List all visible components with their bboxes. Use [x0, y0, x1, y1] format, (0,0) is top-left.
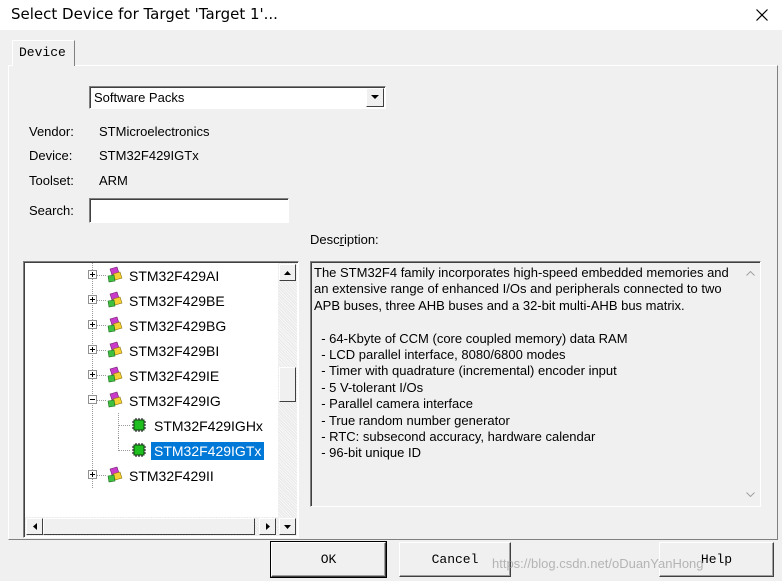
tree-item-stm32f429ai[interactable]: STM32F429AI — [25, 263, 278, 288]
device-family-icon — [107, 266, 123, 283]
tree-item-label: STM32F429BG — [129, 318, 227, 334]
description-text: The STM32F4 family incorporates high-spe… — [314, 265, 729, 461]
tree-connector-branch — [97, 300, 106, 301]
tree-vertical-scrollbar[interactable] — [278, 263, 297, 517]
vendor-value: STMicroelectronics — [99, 124, 210, 139]
tab-device-label: Device — [19, 45, 66, 60]
tree-item-stm32f429ie[interactable]: STM32F429IE — [25, 363, 278, 388]
chevron-down-icon — [371, 95, 379, 99]
arrow-right-icon — [265, 523, 270, 530]
description-label-suffix: iption: — [343, 232, 379, 247]
cancel-button[interactable]: Cancel — [399, 542, 511, 577]
tree-connector-branch — [97, 350, 106, 351]
tree-item-stm32f429bi[interactable]: STM32F429BI — [25, 338, 278, 363]
description-box: The STM32F4 family incorporates high-spe… — [310, 261, 761, 507]
window-title: Select Device for Target 'Target 1'... — [11, 5, 278, 23]
tree-horizontal-scrollbar[interactable] — [25, 517, 278, 536]
chip-icon — [132, 443, 146, 457]
device-family-icon — [107, 466, 123, 483]
dropdown-button[interactable] — [366, 88, 384, 107]
tree-connector-branch — [97, 275, 106, 276]
expand-icon[interactable] — [88, 345, 97, 354]
scroll-up-icon[interactable] — [745, 268, 755, 278]
toolset-label: Toolset: — [29, 173, 74, 188]
scroll-up-button[interactable] — [279, 264, 296, 281]
device-family-icon — [107, 341, 123, 358]
scrollbar-corner — [278, 517, 297, 536]
scroll-down-button[interactable] — [279, 518, 296, 535]
tree-item-label: STM32F429IGTx — [149, 441, 266, 461]
scroll-right-button[interactable] — [259, 518, 276, 535]
arrow-down-icon — [284, 524, 291, 529]
arrow-up-icon — [284, 270, 291, 275]
tree-item-label: STM32F429IGHx — [154, 418, 263, 434]
vertical-scroll-thumb[interactable] — [279, 367, 296, 402]
tree-item-stm32f429ighx[interactable]: STM32F429IGHx — [25, 413, 278, 438]
device-family-icon — [107, 316, 123, 333]
device-list-source-dropdown[interactable]: Software Packs — [89, 86, 386, 109]
device-family-icon — [107, 291, 123, 308]
toolset-value: ARM — [99, 173, 128, 188]
tree-connector-branch — [97, 475, 106, 476]
horizontal-scroll-thumb[interactable] — [43, 518, 255, 535]
device-tree-rows: STM32F429AI STM32F429BE STM32F429BG STM32F4… — [25, 263, 278, 517]
tree-connector-branch — [97, 400, 106, 401]
device-label: Device: — [29, 148, 73, 163]
collapse-icon[interactable] — [88, 395, 97, 404]
dialog-body: Device Software Packs Vendor: STMicroele… — [0, 30, 782, 581]
expand-icon[interactable] — [88, 295, 97, 304]
scroll-down-icon[interactable] — [745, 489, 755, 499]
tree-connector-branch — [97, 325, 106, 326]
tree-item-stm32f429ii[interactable]: STM32F429II — [25, 463, 278, 488]
search-input[interactable] — [89, 198, 289, 223]
close-button[interactable] — [742, 0, 782, 30]
tree-item-label: STM32F429IG — [129, 393, 221, 409]
tree-connector-branch — [97, 375, 106, 376]
title-bar: Select Device for Target 'Target 1'... — [0, 0, 782, 30]
tab-device[interactable]: Device — [12, 40, 75, 66]
description-label-prefix: Desc — [310, 232, 340, 247]
expand-icon[interactable] — [88, 370, 97, 379]
vendor-label: Vendor: — [29, 124, 74, 139]
chip-icon — [132, 418, 146, 432]
dropdown-selected-value: Software Packs — [94, 90, 185, 105]
tree-connector-branch — [119, 425, 131, 426]
expand-icon[interactable] — [88, 320, 97, 329]
close-icon — [756, 9, 768, 21]
tree-item-stm32f429ig[interactable]: STM32F429IG — [25, 388, 278, 413]
description-label: Description: — [310, 232, 379, 247]
tree-connector-branch — [119, 450, 131, 451]
tree-item-label: STM32F429II — [129, 468, 214, 484]
search-label: Search: — [29, 203, 74, 218]
tree-item-stm32f429igtx[interactable]: STM32F429IGTx — [25, 438, 278, 463]
ok-button[interactable]: OK — [270, 541, 387, 578]
device-family-icon — [107, 366, 123, 383]
device-value: STM32F429IGTx — [99, 148, 199, 163]
device-family-icon — [107, 391, 123, 408]
arrow-left-icon — [32, 523, 37, 530]
tree-item-stm32f429be[interactable]: STM32F429BE — [25, 288, 278, 313]
tree-item-label: STM32F429BI — [129, 343, 220, 359]
expand-icon[interactable] — [88, 270, 97, 279]
tree-item-label: STM32F429IE — [129, 368, 220, 384]
description-scrollbar[interactable] — [740, 263, 759, 505]
tree-item-stm32f429bg[interactable]: STM32F429BG — [25, 313, 278, 338]
help-button[interactable]: Help — [659, 542, 774, 577]
expand-icon[interactable] — [88, 470, 97, 479]
device-tree[interactable]: STM32F429AI STM32F429BE STM32F429BG STM32F4… — [23, 261, 299, 538]
tree-item-label: STM32F429AI — [129, 268, 220, 284]
tree-item-label: STM32F429BE — [129, 293, 225, 309]
scroll-left-button[interactable] — [26, 518, 43, 535]
